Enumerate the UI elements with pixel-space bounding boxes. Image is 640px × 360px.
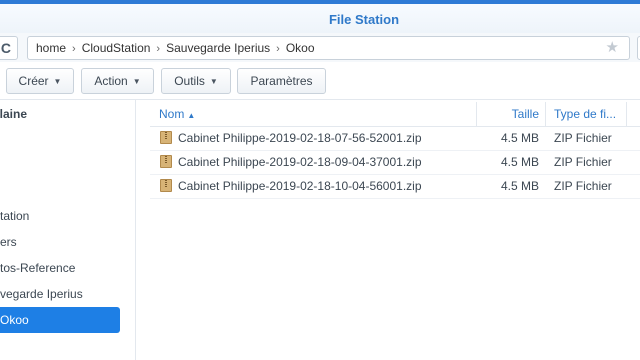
- action-button-label: Action: [94, 74, 128, 88]
- sidebar-item-users[interactable]: ers: [0, 229, 120, 255]
- breadcrumb-sauvegarde-iperius[interactable]: Sauvegarde Iperius: [166, 41, 270, 55]
- zip-file-icon: [160, 131, 172, 144]
- breadcrumb-separator: ›: [72, 43, 76, 55]
- file-name: Cabinet Philippe-2019-02-18-07-56-52001.…: [178, 131, 422, 145]
- file-name: Cabinet Philippe-2019-02-18-10-04-56001.…: [178, 179, 422, 193]
- create-button[interactable]: Créer ▼: [6, 68, 74, 94]
- sidebar-item-photos-reference[interactable]: tos-Reference: [0, 255, 120, 281]
- column-divider[interactable]: [626, 102, 627, 126]
- tools-button-label: Outils: [174, 74, 205, 88]
- settings-button-label: Paramètres: [250, 74, 313, 88]
- sidebar-item-okoo[interactable]: Okoo: [0, 307, 120, 333]
- chevron-down-icon: ▼: [209, 77, 218, 86]
- table-row[interactable]: Cabinet Philippe-2019-02-18-07-56-52001.…: [150, 126, 640, 151]
- sidebar-item-sauvegarde-iperius[interactable]: vegarde Iperius: [0, 281, 120, 307]
- column-header-type[interactable]: Type de fi...: [554, 102, 620, 126]
- zip-file-icon: [160, 155, 172, 168]
- file-list-header: Nom ▲ Taille Type de fi...: [150, 102, 640, 127]
- breadcrumb-separator: ›: [156, 43, 161, 55]
- chevron-down-icon: ▼: [132, 77, 141, 86]
- file-size: 4.5 MB: [500, 179, 539, 193]
- file-name: Cabinet Philippe-2019-02-18-09-04-37001.…: [178, 155, 422, 169]
- action-button[interactable]: Action ▼: [81, 68, 154, 94]
- column-header-size[interactable]: Taille: [477, 102, 539, 126]
- navigation-bar: C home › CloudStation › Sauvegarde Iperius › O…: [0, 33, 640, 62]
- column-divider[interactable]: [545, 102, 546, 126]
- file-type: ZIP Fichier: [554, 155, 612, 169]
- zip-file-icon: [160, 179, 172, 192]
- create-button-label: Créer: [18, 74, 49, 88]
- toolbar: Créer ▼ Action ▼ Outils ▼ Paramètres: [0, 62, 640, 100]
- file-type: ZIP Fichier: [554, 131, 612, 145]
- file-size: 4.5 MB: [500, 131, 539, 145]
- title-bar: File Station: [0, 4, 640, 34]
- column-header-name[interactable]: Nom ▲: [159, 102, 459, 126]
- file-type: ZIP Fichier: [554, 179, 612, 193]
- breadcrumb-home[interactable]: home: [36, 41, 66, 55]
- sidebar-heading[interactable]: rlaine: [0, 107, 27, 121]
- column-header-type-label: Type de fi...: [554, 107, 617, 121]
- path-bar[interactable]: home › CloudStation › Sauvegarde Iperius › Oko…: [27, 36, 630, 60]
- file-size: 4.5 MB: [500, 155, 539, 169]
- breadcrumb-separator: ›: [276, 43, 280, 55]
- sidebar-item-cloudstation[interactable]: tation: [0, 203, 120, 229]
- sort-ascending-icon: ▲: [187, 111, 196, 120]
- refresh-button[interactable]: C: [0, 36, 18, 60]
- sidebar: rlaine tation ers tos-Reference vegarde …: [0, 100, 136, 360]
- breadcrumb-cloudstation[interactable]: CloudStation: [82, 41, 151, 55]
- tools-button[interactable]: Outils ▼: [161, 68, 231, 94]
- table-row[interactable]: Cabinet Philippe-2019-02-18-10-04-56001.…: [150, 174, 640, 199]
- column-header-size-label: Taille: [511, 107, 539, 121]
- star-icon[interactable]: ★: [606, 37, 619, 59]
- settings-button[interactable]: Paramètres: [237, 68, 326, 94]
- chevron-down-icon: ▼: [53, 77, 62, 86]
- column-header-name-label: Nom: [159, 107, 185, 121]
- refresh-icon: C: [0, 40, 11, 56]
- app-title: File Station: [328, 12, 400, 27]
- breadcrumb-okoo[interactable]: Okoo: [286, 41, 315, 55]
- table-row[interactable]: Cabinet Philippe-2019-02-18-09-04-37001.…: [150, 150, 640, 175]
